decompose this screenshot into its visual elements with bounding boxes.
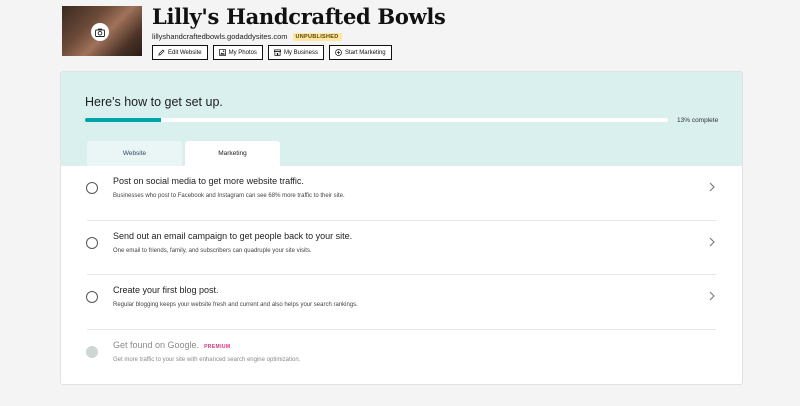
tab-marketing[interactable]: Marketing [185, 141, 280, 166]
site-title: Lilly's Handcrafted Bowls [152, 4, 446, 29]
tab-website[interactable]: Website [87, 141, 182, 166]
site-domain[interactable]: lillyshandcraftedbowls.godaddysites.com [152, 32, 288, 41]
task-list: Post on social media to get more website… [61, 166, 742, 384]
camera-icon[interactable] [91, 23, 109, 41]
task-description: Get more traffic to your site with enhan… [113, 356, 301, 363]
my-photos-label: My Photos [228, 49, 257, 56]
task-title-text: Get found on Google. [113, 339, 200, 350]
task-email-campaign[interactable]: Send out an email campaign to get people… [86, 221, 716, 275]
task-title: Create your first blog post. [113, 285, 219, 295]
task-blog-post[interactable]: Create your first blog post. Regular blo… [86, 275, 716, 330]
my-photos-button[interactable]: My Photos [212, 45, 263, 60]
site-thumbnail[interactable] [62, 6, 142, 56]
progress-label: 13% complete [677, 117, 719, 124]
edit-website-label: Edit Website [168, 49, 202, 56]
status-badge: UNPUBLISHED [292, 32, 342, 41]
task-title: Post on social media to get more website… [113, 176, 304, 186]
chevron-right-icon[interactable] [708, 237, 716, 247]
task-description: One email to friends, family, and subscr… [113, 247, 312, 254]
task-description: Regular blogging keeps your website fres… [113, 302, 358, 308]
chevron-right-icon[interactable] [708, 182, 716, 192]
pencil-icon [158, 49, 165, 56]
site-header: Lilly's Handcrafted Bowls lillyshandcraf… [62, 6, 446, 62]
progress-fill [85, 118, 161, 122]
store-icon [273, 49, 281, 56]
premium-badge: PREMIUM [204, 343, 231, 350]
setup-title: Here's how to get set up. [85, 95, 223, 109]
image-icon [218, 49, 226, 56]
task-title: Get found on Google. PREMIUM [113, 340, 230, 350]
task-google-seo[interactable]: Get found on Google. PREMIUM Get more tra… [86, 330, 716, 385]
task-checkbox[interactable] [86, 182, 98, 194]
my-business-label: My Business [283, 49, 318, 56]
task-social-media[interactable]: Post on social media to get more website… [86, 166, 716, 221]
edit-website-button[interactable]: Edit Website [152, 45, 208, 60]
progress-bar [85, 118, 668, 122]
chevron-right-icon[interactable] [708, 291, 716, 301]
setup-header: Here's how to get set up. 13% complete W… [61, 72, 742, 166]
task-checkbox[interactable] [86, 291, 98, 303]
setup-card: Here's how to get set up. 13% complete W… [60, 71, 743, 385]
start-marketing-button[interactable]: Start Marketing [328, 45, 392, 60]
task-description: Businesses who post to Facebook and Inst… [113, 193, 345, 199]
start-marketing-label: Start Marketing [344, 49, 386, 56]
task-title: Send out an email campaign to get people… [113, 230, 353, 241]
my-business-button[interactable]: My Business [267, 45, 324, 60]
setup-tabs: Website Marketing [87, 141, 283, 166]
plus-circle-icon [335, 49, 342, 56]
task-checkbox[interactable] [86, 236, 98, 249]
task-checkbox-disabled [86, 345, 98, 358]
